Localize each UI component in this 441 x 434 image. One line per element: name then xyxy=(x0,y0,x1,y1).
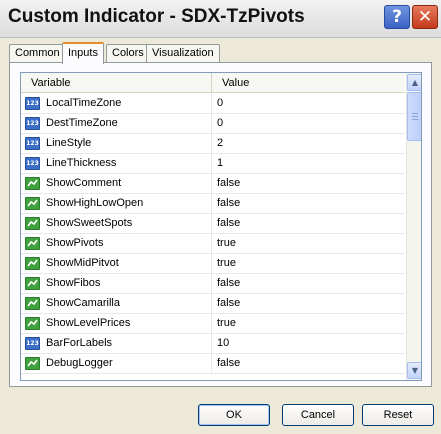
table-row[interactable]: 123 LineThickness 1 xyxy=(21,154,405,174)
numeric-param-icon: 123 xyxy=(25,337,40,350)
table-row[interactable]: 123 LineStyle 2 xyxy=(21,134,405,154)
table-row[interactable]: ShowComment false xyxy=(21,174,405,194)
value-cell[interactable]: 10 xyxy=(212,334,405,353)
scroll-up-icon: ▲ xyxy=(411,78,419,87)
table-row[interactable]: ShowPivots true xyxy=(21,234,405,254)
value-cell[interactable]: 2 xyxy=(212,134,405,153)
numeric-param-icon: 123 xyxy=(25,137,40,150)
variable-cell: ShowHighLowOpen xyxy=(21,194,212,213)
window-title: Custom Indicator - SDX-TzPivots xyxy=(8,6,305,27)
table-row[interactable]: ShowMidPitvot true xyxy=(21,254,405,274)
table-row[interactable]: ShowHighLowOpen false xyxy=(21,194,405,214)
table-row[interactable]: ShowCamarilla false xyxy=(21,294,405,314)
value-cell[interactable]: false xyxy=(212,294,405,313)
bool-param-icon xyxy=(25,217,40,230)
variable-name: ShowFibos xyxy=(46,277,101,289)
variable-cell: ShowMidPitvot xyxy=(21,254,212,273)
table-row[interactable]: DebugLogger false xyxy=(21,354,405,374)
variable-name: ShowMidPitvot xyxy=(46,257,119,269)
variable-cell: ShowFibos xyxy=(21,274,212,293)
value-cell[interactable]: 0 xyxy=(212,114,405,133)
value-cell[interactable]: false xyxy=(212,174,405,193)
variable-cell: ShowPivots xyxy=(21,234,212,253)
variable-name: BarForLabels xyxy=(46,337,113,349)
reset-button[interactable]: Reset xyxy=(362,404,434,426)
variable-name: ShowLevelPrices xyxy=(46,317,131,329)
variable-name: LocalTimeZone xyxy=(46,97,122,109)
table-row[interactable]: 123 BarForLabels 10 xyxy=(21,334,405,354)
value-cell[interactable]: false xyxy=(212,194,405,213)
scroll-thumb[interactable] xyxy=(407,92,421,141)
grid-rows: 123 LocalTimeZone 0 123 DestTimeZone 0 123 Line… xyxy=(21,94,405,374)
bool-param-icon xyxy=(25,357,40,370)
column-header-value[interactable]: Value xyxy=(212,73,405,93)
close-button[interactable]: ✕ xyxy=(412,5,438,29)
help-button[interactable]: ? xyxy=(384,5,410,29)
help-icon: ? xyxy=(392,6,402,27)
scroll-down-icon: ▼ xyxy=(411,366,419,375)
value-cell[interactable]: true xyxy=(212,314,405,333)
numeric-param-icon: 123 xyxy=(25,157,40,170)
value-cell[interactable]: false xyxy=(212,274,405,293)
scroll-down-button[interactable]: ▼ xyxy=(407,362,421,379)
column-header-variable[interactable]: Variable xyxy=(21,73,212,93)
table-row[interactable]: 123 LocalTimeZone 0 xyxy=(21,94,405,114)
variable-name: LineStyle xyxy=(46,137,92,149)
variable-name: LineThickness xyxy=(46,157,117,169)
close-icon: ✕ xyxy=(417,6,433,27)
table-row[interactable]: ShowFibos false xyxy=(21,274,405,294)
tab-visualization[interactable]: Visualization xyxy=(146,44,220,63)
vertical-scrollbar[interactable]: ▲ ▼ xyxy=(406,73,421,380)
ok-button[interactable]: OK xyxy=(198,404,270,426)
grip-icon xyxy=(412,113,418,120)
value-cell[interactable]: false xyxy=(212,214,405,233)
value-cell[interactable]: 1 xyxy=(212,154,405,173)
tab-common[interactable]: Common xyxy=(9,44,66,63)
bool-param-icon xyxy=(25,257,40,270)
bool-param-icon xyxy=(25,297,40,310)
scroll-up-button[interactable]: ▲ xyxy=(407,74,421,91)
variable-cell: 123 DestTimeZone xyxy=(21,114,212,133)
variable-cell: 123 LineStyle xyxy=(21,134,212,153)
variable-name: DebugLogger xyxy=(46,357,113,369)
inputs-grid: Variable Value 123 LocalTimeZone 0 123 DestT… xyxy=(20,72,422,381)
variable-name: ShowHighLowOpen xyxy=(46,197,144,209)
value-cell[interactable]: false xyxy=(212,354,405,373)
variable-cell: ShowComment xyxy=(21,174,212,193)
variable-cell: DebugLogger xyxy=(21,354,212,373)
bool-param-icon xyxy=(25,197,40,210)
cancel-button[interactable]: Cancel xyxy=(282,404,354,426)
value-cell[interactable]: true xyxy=(212,254,405,273)
table-row[interactable]: ShowLevelPrices true xyxy=(21,314,405,334)
variable-cell: ShowLevelPrices xyxy=(21,314,212,333)
variable-cell: ShowCamarilla xyxy=(21,294,212,313)
table-row[interactable]: ShowSweetSpots false xyxy=(21,214,405,234)
tab-inputs[interactable]: Inputs xyxy=(62,42,104,64)
variable-cell: 123 LineThickness xyxy=(21,154,212,173)
table-row[interactable]: 123 DestTimeZone 0 xyxy=(21,114,405,134)
bool-param-icon xyxy=(25,277,40,290)
variable-name: ShowPivots xyxy=(46,237,104,249)
title-bar[interactable]: Custom Indicator - SDX-TzPivots ? ✕ xyxy=(0,0,441,38)
variable-name: ShowSweetSpots xyxy=(46,217,133,229)
bool-param-icon xyxy=(25,177,40,190)
tab-colors[interactable]: Colors xyxy=(106,44,150,63)
value-cell[interactable]: true xyxy=(212,234,405,253)
grid-header: Variable Value xyxy=(21,73,405,93)
variable-cell: 123 BarForLabels xyxy=(21,334,212,353)
bool-param-icon xyxy=(25,237,40,250)
numeric-param-icon: 123 xyxy=(25,117,40,130)
variable-cell: 123 LocalTimeZone xyxy=(21,94,212,113)
variable-cell: ShowSweetSpots xyxy=(21,214,212,233)
bool-param-icon xyxy=(25,317,40,330)
value-cell[interactable]: 0 xyxy=(212,94,405,113)
numeric-param-icon: 123 xyxy=(25,97,40,110)
variable-name: ShowCamarilla xyxy=(46,297,120,309)
inputs-panel: Variable Value 123 LocalTimeZone 0 123 DestT… xyxy=(9,62,432,387)
variable-name: ShowComment xyxy=(46,177,122,189)
variable-name: DestTimeZone xyxy=(46,117,118,129)
